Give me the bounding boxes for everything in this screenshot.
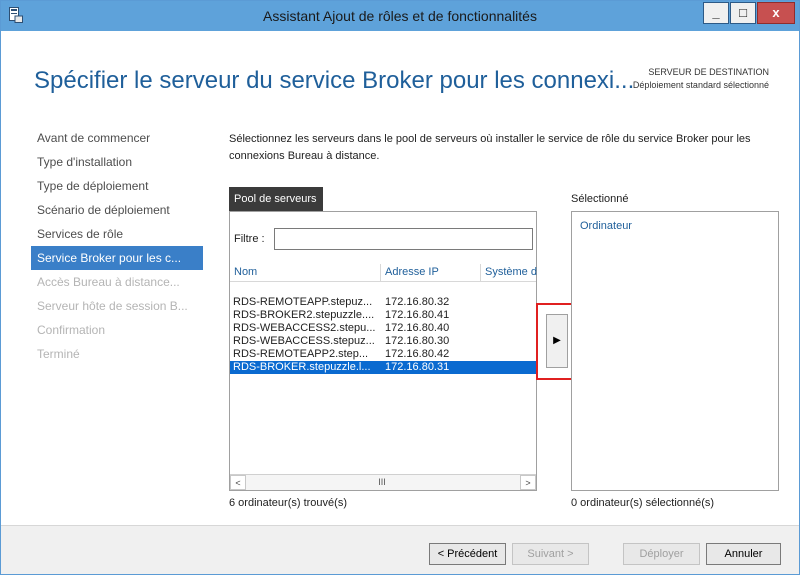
- nav-item-broker-service[interactable]: Service Broker pour les c...: [31, 246, 203, 270]
- column-divider[interactable]: [380, 264, 381, 282]
- close-button[interactable]: x: [757, 2, 795, 24]
- maximize-button[interactable]: □: [730, 2, 756, 24]
- nav-item-role-services[interactable]: Services de rôle: [31, 222, 203, 246]
- server-name: RDS-WEBACCESS2.stepu...: [233, 322, 376, 334]
- title-bar: Assistant Ajout de rôles et de fonctionn…: [1, 1, 799, 31]
- nav-item-web-access: Accès Bureau à distance...: [37, 275, 180, 289]
- server-ip: 172.16.80.41: [385, 309, 450, 321]
- server-name: RDS-WEBACCESS.stepuz...: [233, 335, 375, 347]
- scroll-right-button[interactable]: >: [520, 475, 536, 490]
- wizard-window: Assistant Ajout de rôles et de fonctionn…: [0, 0, 800, 575]
- column-header-name[interactable]: Nom: [234, 266, 257, 278]
- server-pool-panel: Filtre : Nom Adresse IP Système d RDS-RE…: [229, 211, 537, 491]
- cancel-button[interactable]: Annuler: [706, 543, 781, 565]
- next-button[interactable]: Suivant >: [512, 543, 589, 565]
- server-name: RDS-BROKER2.stepuzzle....: [233, 309, 375, 321]
- column-header-computer[interactable]: Ordinateur: [580, 220, 632, 232]
- server-ip: 172.16.80.32: [385, 296, 450, 308]
- page-title: Spécifier le serveur du service Broker p…: [34, 67, 635, 94]
- selected-count: 0 ordinateur(s) sélectionné(s): [571, 497, 715, 509]
- server-ip: 172.16.80.40: [385, 322, 450, 334]
- column-header-os[interactable]: Système d: [485, 266, 537, 278]
- filter-row: Filtre :: [234, 228, 534, 252]
- column-header-ip[interactable]: Adresse IP: [385, 266, 439, 278]
- server-ip: 172.16.80.30: [385, 335, 450, 347]
- wizard-nav: Avant de commencer Type d'installation T…: [31, 126, 203, 366]
- server-row[interactable]: RDS-REMOTEAPP.stepuz... 172.16.80.32: [230, 296, 536, 309]
- nav-item-deployment-type[interactable]: Type de déploiement: [31, 174, 203, 198]
- nav-item-session-host: Serveur hôte de session B...: [37, 299, 188, 313]
- found-count: 6 ordinateur(s) trouvé(s): [229, 497, 347, 509]
- nav-item-before-you-begin[interactable]: Avant de commencer: [31, 126, 203, 150]
- minimize-button[interactable]: _: [703, 2, 729, 24]
- server-row[interactable]: RDS-BROKER2.stepuzzle.... 172.16.80.41: [230, 309, 536, 322]
- filter-label: Filtre :: [234, 233, 265, 245]
- nav-item-installation-type[interactable]: Type d'installation: [31, 150, 203, 174]
- nav-item-confirmation: Confirmation: [37, 323, 106, 337]
- server-name: RDS-REMOTEAPP.stepuz...: [233, 296, 373, 308]
- server-row[interactable]: RDS-WEBACCESS2.stepu... 172.16.80.40: [230, 322, 536, 335]
- server-pool-tab[interactable]: Pool de serveurs: [229, 187, 323, 211]
- selected-label: Sélectionné: [571, 193, 629, 205]
- add-to-selection-button[interactable]: ▶: [546, 314, 568, 368]
- server-row[interactable]: RDS-WEBACCESS.stepuz... 172.16.80.30: [230, 335, 536, 348]
- server-row-selected[interactable]: RDS-BROKER.stepuzzle.l... 172.16.80.31: [230, 361, 536, 374]
- scroll-left-button[interactable]: <: [230, 475, 246, 490]
- nav-item-completed: Terminé: [37, 347, 80, 361]
- scroll-thumb[interactable]: III: [247, 476, 517, 489]
- horizontal-scrollbar[interactable]: < III >: [230, 474, 536, 490]
- instruction-text: Sélectionnez les serveurs dans le pool d…: [229, 133, 751, 162]
- destination-server-label: SERVEUR DE DESTINATION: [648, 67, 769, 77]
- server-list: RDS-REMOTEAPP.stepuz... 172.16.80.32 RDS…: [230, 296, 536, 374]
- footer-bar: < Précédent Suivant > Déployer Annuler: [1, 525, 799, 574]
- selected-panel: Ordinateur: [571, 211, 779, 491]
- filter-input[interactable]: [274, 228, 533, 250]
- deploy-button[interactable]: Déployer: [623, 543, 700, 565]
- previous-button[interactable]: < Précédent: [429, 543, 506, 565]
- server-name: RDS-REMOTEAPP2.step...: [233, 348, 369, 360]
- server-name: RDS-BROKER.stepuzzle.l...: [233, 361, 371, 373]
- column-divider[interactable]: [480, 264, 481, 282]
- destination-server-value: Déploiement standard sélectionné: [632, 80, 769, 90]
- server-ip: 172.16.80.31: [385, 361, 450, 373]
- nav-item-deployment-scenario[interactable]: Scénario de déploiement: [31, 198, 203, 222]
- window-title: Assistant Ajout de rôles et de fonctionn…: [263, 8, 537, 24]
- server-row[interactable]: RDS-REMOTEAPP2.step... 172.16.80.42: [230, 348, 536, 361]
- server-ip: 172.16.80.42: [385, 348, 450, 360]
- server-list-header: Nom Adresse IP Système d: [230, 264, 537, 282]
